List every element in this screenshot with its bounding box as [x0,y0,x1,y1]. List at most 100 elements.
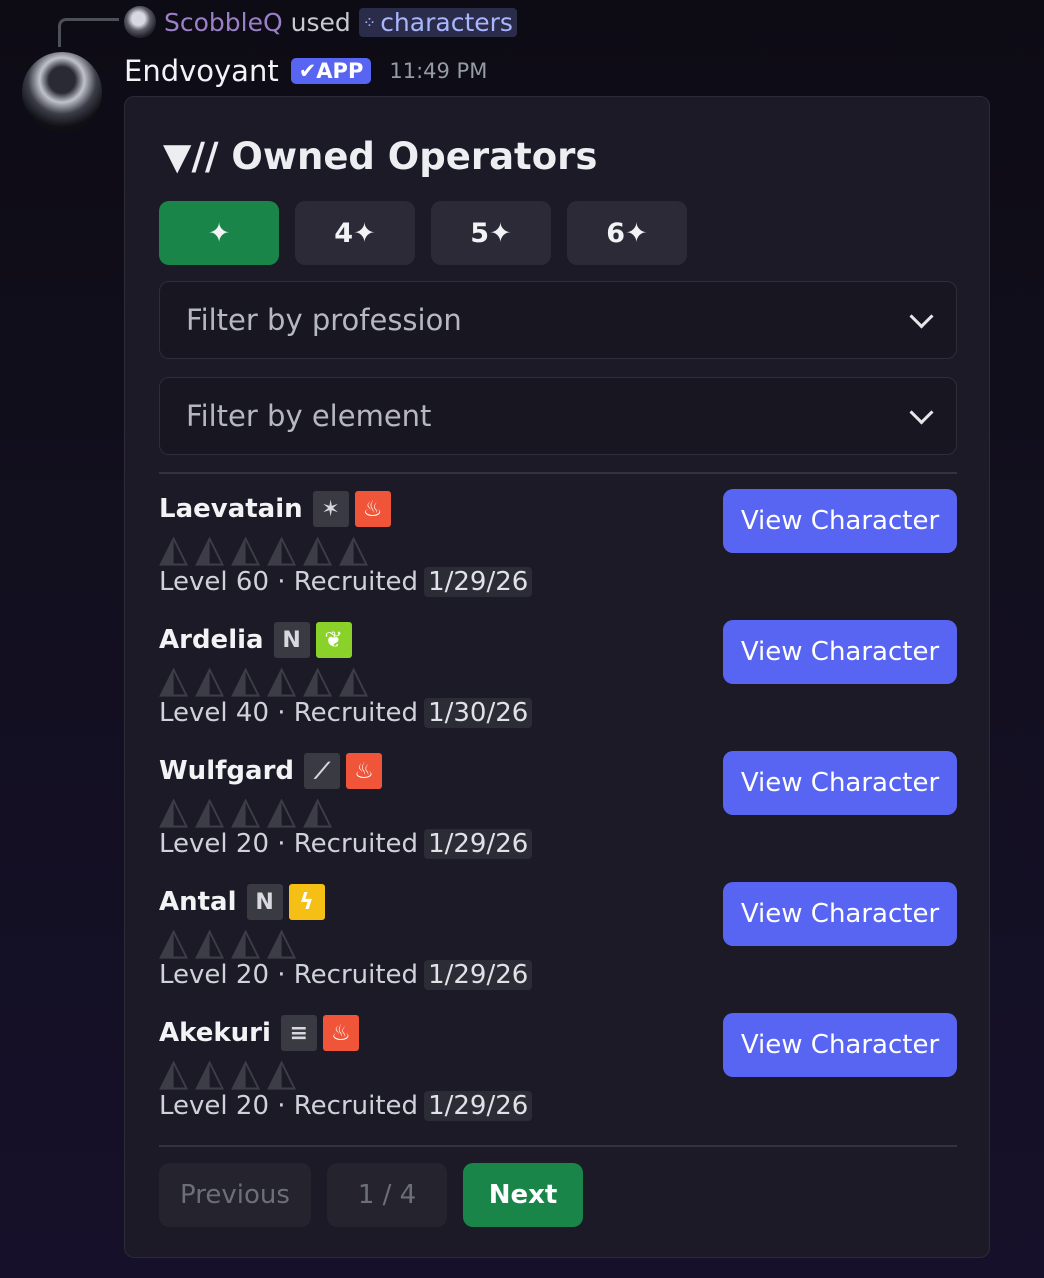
vanguard-icon: ≡ [280,1015,317,1051]
operator-meta: Level 60 · Recruited 1/29/26 [159,567,533,597]
rarity-stars: ◭ ◭ ◭ ◭ ◭ ◭ [159,660,375,698]
profession-select[interactable]: Filter by profession [159,281,957,359]
rarity-star-icon: ◭ [231,919,260,963]
operator-name-row: Akekuri ≡ ♨ [159,1013,359,1053]
operator-name: Ardelia [159,625,264,655]
reply-user-avatar[interactable] [124,6,156,38]
operator-row: Ardelia N ❦ ◭ ◭ ◭ ◭ ◭ ◭ Level 40 · Recruited 1/30/… [159,620,957,738]
element-select[interactable]: Filter by element [159,377,957,455]
rarity-star-icon: ◭ [195,919,224,963]
rarity-star-icon: ◭ [303,526,332,570]
operator-meta: Level 20 · Recruited 1/29/26 [159,1091,533,1121]
supporter-icon: N [246,884,283,920]
rarity-star-icon: ◭ [159,526,188,570]
embed-title: ▼// Owned Operators [163,135,598,178]
previous-button[interactable]: Previous [159,1163,311,1227]
view-character-button[interactable]: View Character [723,489,957,553]
heat-icon: ♨ [354,491,391,527]
operator-row: Wulfgard ⟋ ♨ ◭ ◭ ◭ ◭ ◭ Level 20 · Recruited 1/29/… [159,751,957,869]
view-character-button[interactable]: View Character [723,1013,957,1077]
heat-icon: ♨ [346,753,383,789]
reply-username[interactable]: ScobbleQ [164,8,283,37]
rarity-star-icon: ◭ [339,526,368,570]
rarity-star-icon: ◭ [231,788,260,832]
bot-name[interactable]: Endvoyant [124,54,279,88]
rarity-stars: ◭ ◭ ◭ ◭ [159,922,303,960]
rarity-star-icon: ◭ [303,657,332,701]
page-indicator: 1 / 4 [327,1163,447,1227]
reply-connector [58,18,119,47]
rarity-star-icon: ◭ [267,526,296,570]
message-header: Endvoyant ✔APP 11:49 PM [124,52,487,90]
profession-select-placeholder: Filter by profession [186,303,462,337]
app-command-icon: ⁘ [362,12,377,32]
app-badge: ✔APP [290,58,372,84]
heat-icon: ♨ [322,1015,359,1051]
rarity-stars: ◭ ◭ ◭ ◭ ◭ ◭ [159,529,375,567]
embed-card: ▼// Owned Operators ✦ 4✦ 5✦ 6✦ Filter by… [124,96,990,1258]
operator-row: Laevatain ✶ ♨ ◭ ◭ ◭ ◭ ◭ ◭ Level 60 · Recruited 1/2… [159,489,957,607]
operator-meta: Level 20 · Recruited 1/29/26 [159,960,533,990]
star-filter-4-button[interactable]: 4✦ [295,201,415,265]
rarity-star-icon: ◭ [339,657,368,701]
rarity-star-icon: ◭ [159,1050,188,1094]
rarity-star-icon: ◭ [159,919,188,963]
star-filter-all-button[interactable]: ✦ [159,201,279,265]
rarity-star-icon: ◭ [231,526,260,570]
star-filter-6-button[interactable]: 6✦ [567,201,687,265]
operator-level: Level 20 · Recruited [159,1091,419,1121]
reply-used-text: used [290,7,351,37]
rarity-star-icon: ◭ [195,526,224,570]
divider [159,472,957,474]
rarity-star-icon: ◭ [159,657,188,701]
operator-meta: Level 20 · Recruited 1/29/26 [159,829,533,859]
rarity-star-icon: ◭ [267,788,296,832]
divider [159,1145,957,1147]
recruited-date[interactable]: 1/29/26 [424,1091,533,1121]
operator-name-row: Antal Nϟ [159,882,325,922]
recruited-date[interactable]: 1/29/26 [424,829,533,859]
recruited-date[interactable]: 1/29/26 [424,567,533,597]
recruited-date[interactable]: 1/29/26 [424,960,533,990]
bot-avatar[interactable] [22,52,102,132]
operator-level: Level 20 · Recruited [159,960,419,990]
chevron-down-icon [909,399,934,425]
recruited-date[interactable]: 1/30/26 [424,698,533,728]
operator-name: Wulfgard [159,756,295,786]
reply-context: ScobbleQ used ⁘ characters [124,4,517,40]
next-button[interactable]: Next [463,1163,583,1227]
striker-icon: ✶ [312,491,349,527]
operator-meta: Level 40 · Recruited 1/30/26 [159,698,533,728]
caster-icon: ⟋ [304,753,341,789]
rarity-star-icon: ◭ [195,657,224,701]
rarity-star-icon: ◭ [159,788,188,832]
rarity-star-icon: ◭ [231,1050,260,1094]
rarity-stars: ◭ ◭ ◭ ◭ [159,1053,303,1091]
rarity-star-icon: ◭ [267,657,296,701]
command-name: characters [380,7,513,37]
supporter-icon: N [273,622,310,658]
operator-name-row: Ardelia N ❦ [159,620,352,660]
command-mention[interactable]: ⁘ characters [358,7,517,37]
operator-name: Antal [159,887,237,917]
operator-row: Akekuri ≡ ♨ ◭ ◭ ◭ ◭ Level 20 · Recruited 1/29/26… [159,1013,957,1131]
view-character-button[interactable]: View Character [723,751,957,815]
operator-row: Antal Nϟ ◭ ◭ ◭ ◭ Level 20 · Recruited 1/29/26 Vi… [159,882,957,1000]
chevron-down-icon [909,303,934,329]
rarity-stars: ◭ ◭ ◭ ◭ ◭ [159,791,339,829]
element-select-placeholder: Filter by element [186,399,432,433]
view-character-button[interactable]: View Character [723,620,957,684]
operator-name: Laevatain [159,494,303,524]
operator-name-row: Laevatain ✶ ♨ [159,489,391,529]
rarity-star-icon: ◭ [195,788,224,832]
operator-level: Level 60 · Recruited [159,567,419,597]
electric-icon: ϟ [288,884,325,920]
view-character-button[interactable]: View Character [723,882,957,946]
timestamp[interactable]: 11:49 PM [389,59,487,83]
operator-name: Akekuri [159,1018,271,1048]
rarity-star-icon: ◭ [231,657,260,701]
nature-icon: ❦ [315,622,352,658]
rarity-star-icon: ◭ [267,1050,296,1094]
operator-level: Level 40 · Recruited [159,698,419,728]
star-filter-5-button[interactable]: 5✦ [431,201,551,265]
